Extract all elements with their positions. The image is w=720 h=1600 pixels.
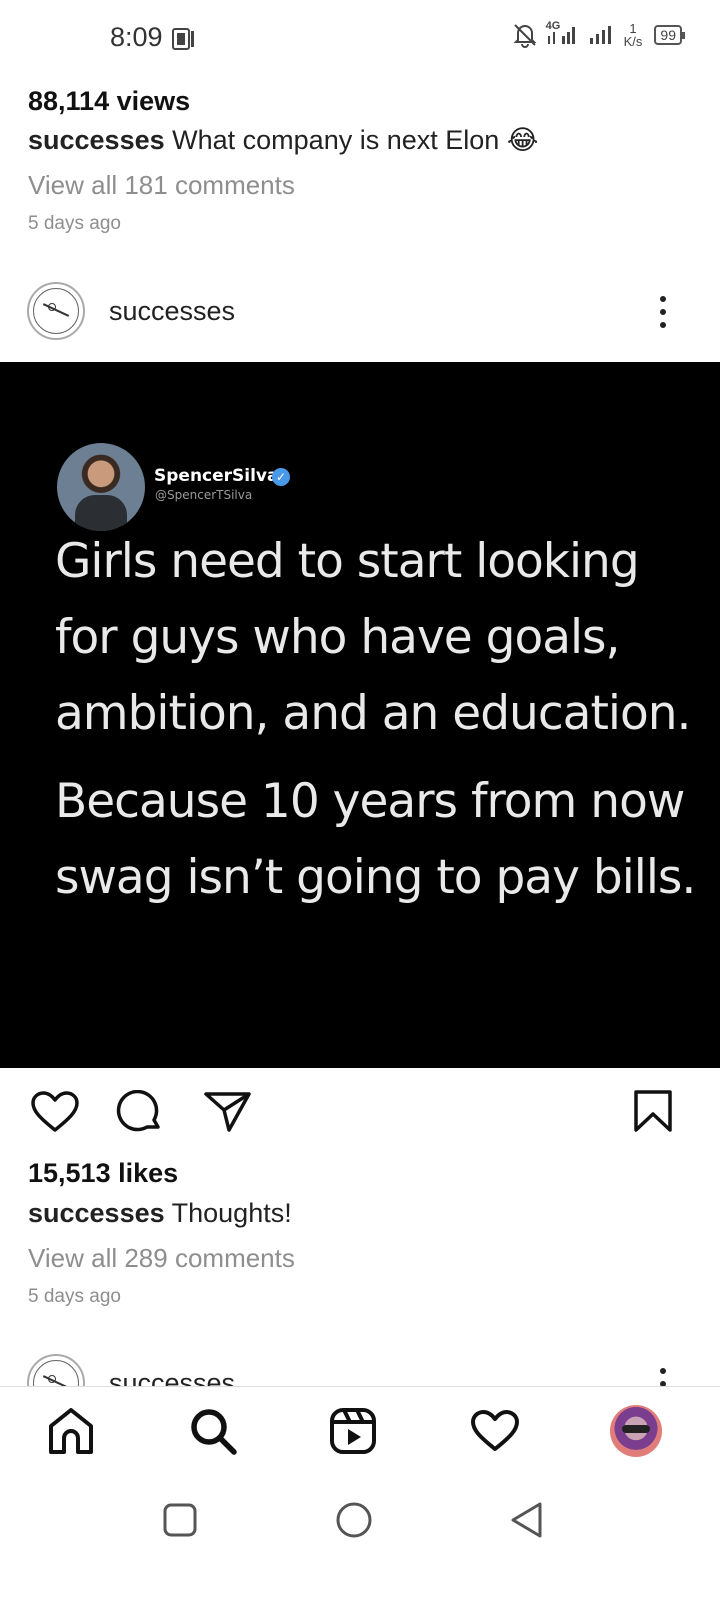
tweet-text-line: Girls need to start looking — [55, 534, 640, 589]
caption-username[interactable]: successes — [28, 125, 165, 155]
post-caption: successes Thoughts! — [28, 1198, 292, 1229]
heart-icon[interactable] — [30, 1090, 80, 1134]
view-all-comments-link[interactable]: View all 181 comments — [28, 170, 295, 201]
comment-icon[interactable] — [116, 1090, 166, 1134]
previous-post-views: 88,114 views — [28, 86, 191, 116]
status-time: 8:09 — [110, 22, 163, 52]
post-time-ago: 5 days ago — [28, 213, 121, 234]
tweet-text-line: Because 10 years from now — [55, 774, 685, 829]
caption-text: Thoughts! — [171, 1198, 292, 1228]
home-circle-icon[interactable] — [334, 1500, 374, 1540]
share-icon[interactable] — [203, 1090, 253, 1134]
net-speed: 1 K/s — [624, 22, 643, 48]
tweet-author-name: SpencerSilva — [154, 466, 279, 486]
signal-icon-2 — [589, 26, 611, 44]
mute-bell-icon — [513, 24, 537, 48]
tweet-text-line: ambition, and an education. — [55, 686, 691, 741]
account-avatar[interactable] — [27, 282, 85, 340]
signal-icon: 4G — [546, 20, 580, 48]
tweet-author-avatar — [57, 443, 145, 531]
net-speed-unit: K/s — [623, 34, 643, 49]
reels-icon[interactable] — [328, 1406, 378, 1456]
photo-notification-icon — [172, 28, 194, 50]
view-all-comments-link[interactable]: View all 289 comments — [28, 1243, 295, 1274]
verified-badge-icon: ✓ — [272, 468, 290, 486]
post-username[interactable]: successes — [109, 296, 235, 327]
more-options-icon[interactable] — [659, 296, 667, 328]
profile-avatar[interactable] — [610, 1405, 662, 1457]
caption-text: What company is next Elon — [172, 125, 500, 155]
status-icons: 4G 1 K/s 99 — [512, 20, 685, 48]
tweet-text-line: swag isn’t going to pay bills. — [55, 850, 696, 905]
tweet-text-line: for guys who have goals, — [55, 610, 620, 665]
caption-username[interactable]: successes — [28, 1198, 165, 1228]
home-icon[interactable] — [46, 1406, 96, 1456]
tweet-author-handle: @SpencerTSilva — [155, 488, 253, 502]
activity-heart-icon[interactable] — [470, 1406, 520, 1456]
battery-icon: 99 — [654, 25, 685, 45]
bookmark-icon[interactable] — [628, 1090, 678, 1134]
likes-count[interactable]: 15,513 likes — [28, 1158, 178, 1189]
previous-post-caption: successes What company is next Elon 😂 — [28, 125, 538, 156]
recents-square-icon[interactable] — [162, 1502, 198, 1538]
post-time-ago: 5 days ago — [28, 1286, 121, 1307]
laughing-emoji: 😂 — [506, 125, 539, 155]
back-triangle-icon[interactable] — [508, 1500, 544, 1540]
search-icon[interactable] — [188, 1406, 238, 1456]
